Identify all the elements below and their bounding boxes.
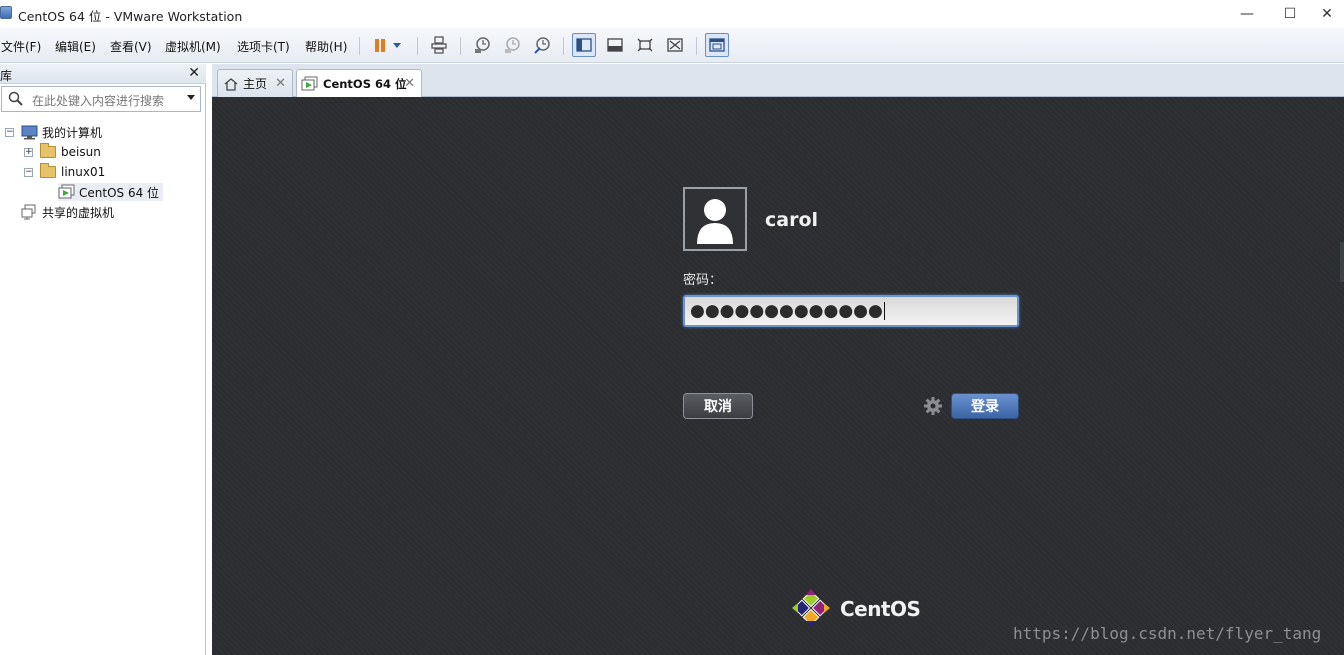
vm-running-icon [58, 184, 75, 199]
tree-item-linux01[interactable]: − linux01 [24, 163, 105, 181]
library-close-icon[interactable]: ✕ [188, 65, 200, 81]
menu-help[interactable]: 帮助(H) [305, 38, 347, 55]
search-dropdown-icon[interactable] [187, 95, 195, 100]
tree-item-beisun[interactable]: + beisun [24, 143, 101, 161]
unity-icon[interactable] [663, 33, 687, 57]
text-caret [883, 302, 885, 320]
tab-centos-64[interactable]: CentOS 64 位 ✕ [296, 69, 422, 97]
user-avatar [683, 187, 747, 251]
send-ctrl-alt-del-icon[interactable] [427, 33, 451, 57]
vm-running-icon [301, 76, 318, 90]
tab-home-label: 主页 [243, 77, 268, 91]
tree-item-label: 共享的虚拟机 [42, 205, 115, 220]
tree-item-my-computer[interactable]: − 我的计算机 [5, 123, 102, 141]
title-bar: CentOS 64 位 - VMware Workstation — ☐ ✕ [0, 0, 1344, 28]
password-value: ●●●●●●●●●●●●● [690, 301, 883, 321]
snapshot-revert-icon[interactable] [500, 33, 524, 57]
library-pane: 库 ✕ 在此处键入内容进行搜索 − 我的计算机 + beisun − linux… [0, 64, 206, 655]
csdn-watermark: https://blog.csdn.net/flyer_tang [1013, 624, 1322, 643]
minimize-button[interactable]: — [1224, 0, 1270, 28]
tab-centos-label: CentOS 64 位 [323, 76, 407, 91]
user-silhouette-icon [697, 199, 733, 244]
centos-logo-icon [790, 587, 832, 629]
tab-close-icon[interactable]: ✕ [275, 76, 286, 91]
shared-vm-icon [21, 204, 36, 220]
username-label: carol [765, 209, 819, 231]
menu-edit[interactable]: 编辑(E) [55, 38, 96, 55]
tree-item-label: 我的计算机 [42, 125, 103, 140]
vm-console[interactable]: carol 密码： ●●●●●●●●●●●●● 取消 登录 CentOS htt… [212, 97, 1344, 655]
tree-item-centos-64[interactable]: CentOS 64 位 [58, 183, 164, 201]
tab-close-icon[interactable]: ✕ [404, 76, 415, 91]
pause-icon[interactable] [368, 33, 392, 57]
tree-item-label: CentOS 64 位 [79, 185, 160, 200]
vmware-app-icon [0, 6, 12, 19]
login-button[interactable]: 登录 [951, 393, 1019, 419]
tree-item-label: linux01 [61, 165, 106, 179]
password-field[interactable]: ●●●●●●●●●●●●● [683, 295, 1019, 327]
snapshot-take-icon[interactable] [470, 33, 494, 57]
computer-icon [21, 125, 38, 139]
gear-icon[interactable] [923, 396, 943, 416]
library-view-icon[interactable] [572, 33, 596, 57]
thumbnail-bar-icon[interactable] [603, 33, 627, 57]
toolbar-separator [696, 37, 697, 55]
tab-home[interactable]: 主页 ✕ [217, 69, 293, 97]
password-label: 密码： [683, 273, 723, 288]
console-view-icon[interactable] [705, 33, 729, 57]
tab-strip: 主页 ✕ CentOS 64 位 ✕ [212, 64, 1344, 97]
vm-background-texture [212, 97, 1344, 655]
library-header: 库 ✕ [0, 64, 206, 84]
toolbar-separator [359, 37, 360, 55]
library-title: 库 [0, 69, 13, 83]
menu-file[interactable]: 文件(F) [1, 38, 41, 55]
vm-scrollbar[interactable] [1340, 242, 1344, 282]
collapse-icon[interactable]: − [5, 127, 14, 137]
centos-wordmark: CentOS [840, 597, 921, 621]
menu-vm[interactable]: 虚拟机(M) [165, 38, 221, 55]
full-screen-icon[interactable] [633, 33, 657, 57]
home-icon [224, 77, 238, 91]
dropdown-arrow-icon[interactable] [390, 33, 404, 57]
library-search-input[interactable]: 在此处键入内容进行搜索 [1, 86, 201, 112]
close-window-button[interactable]: ✕ [1310, 0, 1344, 28]
tree-item-shared-vms[interactable]: 共享的虚拟机 [21, 203, 114, 221]
search-placeholder: 在此处键入内容进行搜索 [32, 94, 165, 108]
maximize-button[interactable]: ☐ [1267, 0, 1313, 28]
window-title: CentOS 64 位 - VMware Workstation [18, 9, 243, 24]
toolbar-separator [563, 37, 564, 55]
toolbar-separator [417, 37, 418, 55]
folder-icon [40, 163, 56, 178]
menu-toolbar: 文件(F) 编辑(E) 查看(V) 虚拟机(M) 选项卡(T) 帮助(H) [0, 28, 1344, 63]
menu-tabs[interactable]: 选项卡(T) [237, 38, 290, 55]
search-icon [8, 91, 23, 106]
snapshot-manager-icon[interactable] [530, 33, 554, 57]
folder-icon [40, 143, 56, 158]
cancel-button[interactable]: 取消 [683, 393, 753, 419]
toolbar-separator [460, 37, 461, 55]
expand-icon[interactable]: + [24, 147, 33, 157]
tree-item-label: beisun [61, 145, 101, 159]
collapse-icon[interactable]: − [24, 167, 33, 177]
menu-view[interactable]: 查看(V) [110, 38, 152, 55]
